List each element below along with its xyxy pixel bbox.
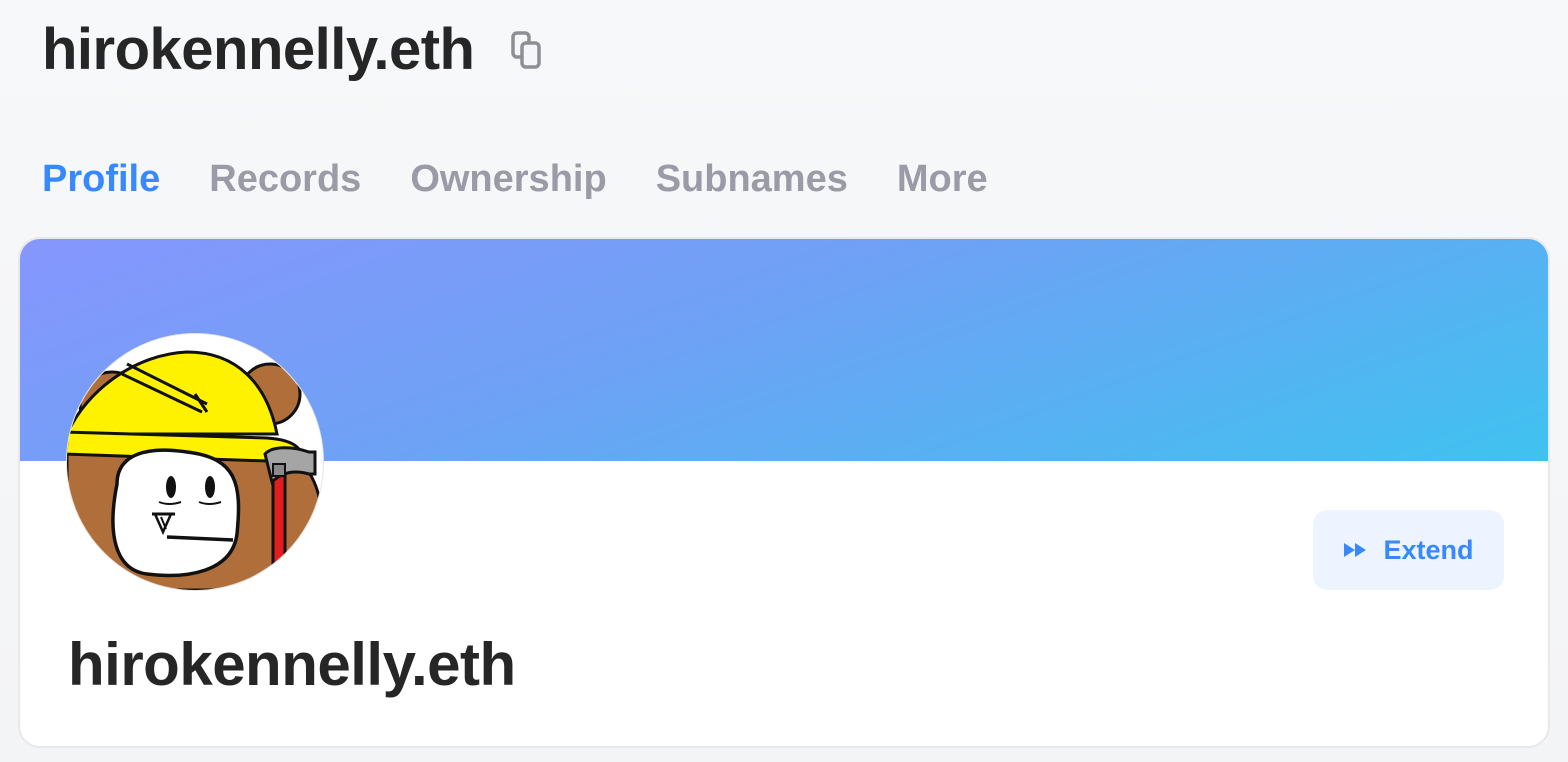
tab-profile[interactable]: Profile	[42, 154, 160, 204]
tab-subnames[interactable]: Subnames	[656, 154, 848, 204]
profile-card: Extend hirokennelly.eth	[18, 237, 1550, 748]
profile-tabs: Profile Records Ownership Subnames More	[42, 154, 1037, 204]
extend-button[interactable]: Extend	[1313, 510, 1504, 590]
tab-ownership[interactable]: Ownership	[410, 154, 606, 204]
copy-icon[interactable]	[510, 30, 544, 70]
tab-records[interactable]: Records	[209, 154, 361, 204]
extend-label: Extend	[1383, 534, 1474, 565]
profile-name: hirokennelly.eth	[68, 631, 516, 698]
page-header: hirokennelly.eth	[42, 14, 544, 86]
bear-avatar-image	[67, 334, 323, 590]
tab-more[interactable]: More	[897, 154, 988, 204]
avatar	[67, 334, 323, 590]
fast-forward-icon	[1343, 541, 1369, 559]
page-title: hirokennelly.eth	[42, 17, 475, 82]
